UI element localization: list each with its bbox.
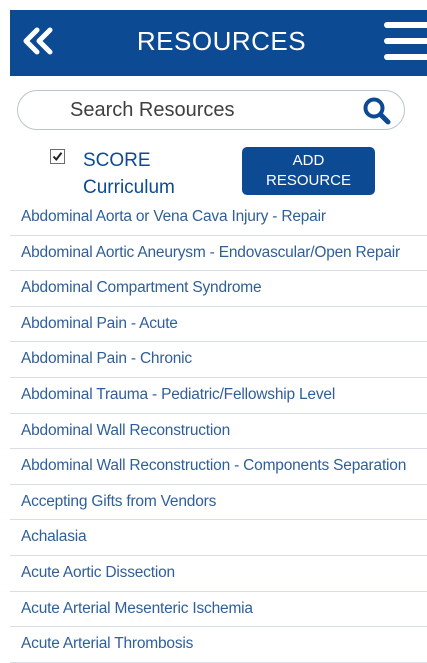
list-item[interactable]: Abdominal Pain - Acute <box>10 307 427 343</box>
list-item-label: Abdominal Compartment Syndrome <box>21 279 262 297</box>
list-item[interactable]: Achalasia <box>10 520 427 556</box>
score-curriculum-label: SCORE Curriculum <box>83 150 175 198</box>
checkmark-icon <box>52 152 63 162</box>
page-title: RESOURCES <box>136 26 307 56</box>
list-item[interactable]: Accepting Gifts from Vendors <box>10 485 427 521</box>
list-item-label: Abdominal Aortic Aneurysm - Endovascular… <box>21 243 401 261</box>
list-item-label: Abdominal Wall Reconstruction - Componen… <box>21 457 407 475</box>
add-resource-label-line2: RESOURCE <box>265 172 351 189</box>
list-item[interactable]: Abdominal Aorta or Vena Cava Injury - Re… <box>10 200 427 236</box>
list-item-label: Abdominal Trauma - Pediatric/Fellowship … <box>21 385 336 403</box>
list-item-label: Acute Arterial Mesenteric Ischemia <box>21 599 253 617</box>
list-item-label: Acute Arterial Thrombosis <box>21 635 194 653</box>
add-resource-label-line1: ADD <box>292 152 325 169</box>
list-item-label: Abdominal Wall Reconstruction <box>21 421 230 439</box>
list-item-label: Abdominal Aorta or Vena Cava Injury - Re… <box>21 208 326 225</box>
menu-button[interactable] <box>381 22 427 66</box>
list-item[interactable]: Acute Aortic Dissection <box>10 556 427 592</box>
list-item-label: Achalasia <box>21 528 87 546</box>
list-item[interactable]: Abdominal Compartment Syndrome <box>10 271 427 307</box>
app-header: RESOURCES <box>10 10 427 76</box>
list-item-label: Abdominal Pain - Acute <box>21 314 178 332</box>
list-item[interactable]: Abdominal Pain - Chronic <box>10 342 427 378</box>
search-input[interactable] <box>70 95 360 125</box>
list-item[interactable]: Acute Arterial Thrombosis <box>10 627 427 663</box>
list-item[interactable]: Abdominal Trauma - Pediatric/Fellowship … <box>10 378 427 414</box>
list-item-label: Abdominal Pain - Chronic <box>21 350 192 368</box>
list-item[interactable]: Abdominal Aortic Aneurysm - Endovascular… <box>10 236 427 272</box>
score-curriculum-checkbox[interactable] <box>50 149 65 164</box>
list-item[interactable]: Abdominal Wall Reconstruction - Componen… <box>10 449 427 485</box>
resource-list: Abdominal Aorta or Vena Cava Injury - Re… <box>10 200 427 663</box>
list-item[interactable]: Acute Arterial Mesenteric Ischemia <box>10 592 427 628</box>
list-item[interactable]: Abdominal Wall Reconstruction <box>10 414 427 450</box>
add-resource-button[interactable]: ADD RESOURCE <box>242 147 375 195</box>
search-bar <box>17 90 405 130</box>
list-item-label: Acute Aortic Dissection <box>21 563 175 581</box>
list-item-label: Accepting Gifts from Vendors <box>21 492 217 510</box>
search-icon[interactable] <box>362 96 392 126</box>
